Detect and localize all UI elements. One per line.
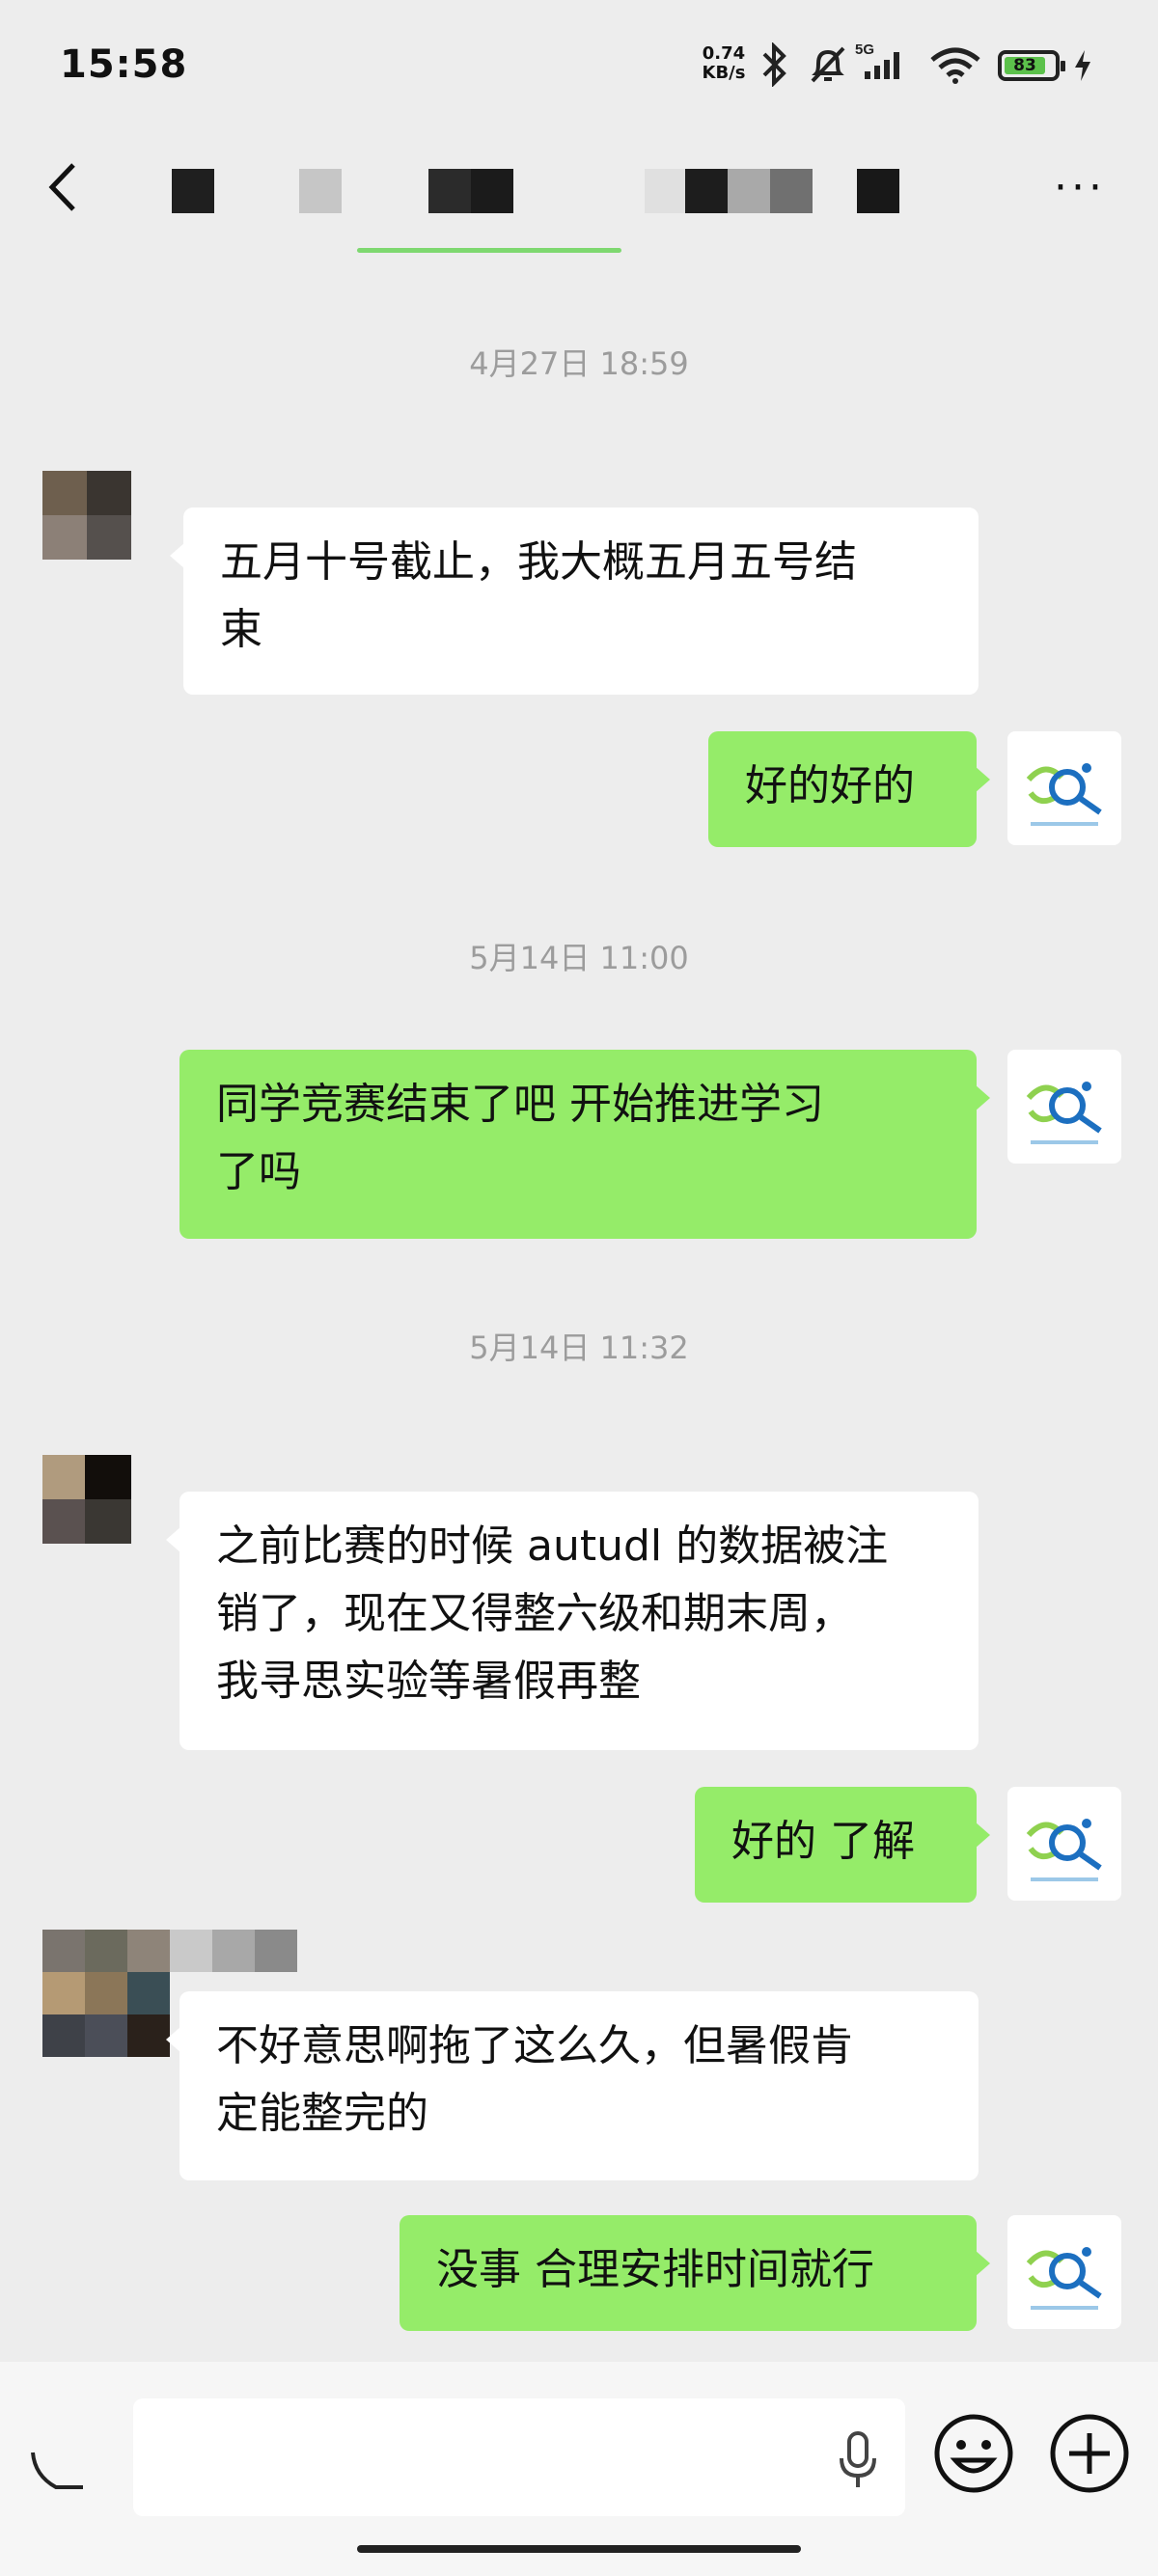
logo-icon (1026, 1082, 1102, 1144)
battery-icon: 83 (998, 50, 1065, 81)
logo-icon (1026, 763, 1102, 826)
message-bubble-outgoing[interactable]: 同学竞赛结束了吧 开始推进学习 了吗 (179, 1050, 990, 1239)
message-timestamp: 5月14日 11:32 (469, 1329, 689, 1366)
emoji-icon[interactable] (932, 2412, 1015, 2499)
contact-avatar[interactable] (42, 471, 131, 560)
status-time: 15:58 (60, 42, 188, 87)
my-avatar[interactable] (1007, 1787, 1121, 1901)
message-bubble-outgoing[interactable]: 好的好的 (708, 731, 990, 847)
microphone-icon[interactable] (834, 2425, 882, 2497)
message-bubble-incoming[interactable]: 五月十号截止，我大概五月五号结 束 (170, 507, 979, 695)
charging-icon (1073, 48, 1092, 87)
message-bubble-outgoing[interactable]: 没事 合理安排时间就行 (400, 2215, 990, 2331)
chat-header: ··· (0, 130, 1158, 256)
home-indicator[interactable] (357, 2545, 801, 2553)
back-button[interactable] (44, 153, 83, 225)
message-bubble-outgoing[interactable]: 好的 了解 (695, 1787, 990, 1903)
signal-icon: 5G (855, 41, 911, 89)
message-timestamp: 5月14日 11:00 (469, 940, 689, 976)
bluetooth-icon (757, 41, 791, 91)
header-underline (357, 248, 621, 253)
message-timestamp: 4月27日 18:59 (469, 345, 689, 382)
wifi-icon (928, 42, 982, 91)
my-avatar[interactable] (1007, 731, 1121, 845)
logo-icon (1026, 1819, 1102, 1881)
network-type: 5G (855, 41, 874, 58)
logo-icon (1026, 2247, 1102, 2310)
mute-bell-icon (807, 42, 849, 91)
voice-icon[interactable] (25, 2433, 93, 2505)
message-input[interactable] (133, 2398, 905, 2516)
net-speed: 0.74 KB/s (702, 43, 746, 83)
my-avatar[interactable] (1007, 1050, 1121, 1164)
contact-avatar[interactable] (42, 1455, 131, 1544)
plus-icon[interactable] (1048, 2412, 1131, 2499)
battery-level: 83 (1005, 57, 1045, 74)
status-bar: 15:58 0.74 KB/s 5G 83 (0, 0, 1158, 130)
message-bubble-incoming[interactable]: 之前比赛的时候 autudl 的数据被注 销了，现在又得整六级和期末周， 我寻思… (166, 1492, 979, 1750)
chat-title-redacted (172, 169, 905, 213)
input-bar (0, 2362, 1158, 2576)
message-bubble-incoming[interactable]: 不好意思啊拖了这么久，但暑假肯 定能整完的 (166, 1991, 979, 2180)
my-avatar[interactable] (1007, 2215, 1121, 2329)
more-options-button[interactable]: ··· (1054, 167, 1106, 209)
